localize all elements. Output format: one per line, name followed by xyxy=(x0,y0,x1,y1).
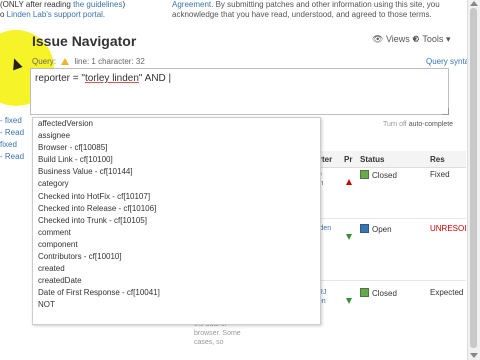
side-link[interactable]: - Read xyxy=(0,152,26,164)
column-header-status[interactable]: Status xyxy=(360,155,384,164)
page-title: Issue Navigator xyxy=(32,33,137,49)
closed-status-icon xyxy=(360,170,369,179)
scroll-down-icon[interactable] xyxy=(470,353,478,358)
suggestion-item[interactable]: Build Link - cf[10100] xyxy=(33,154,320,166)
guidelines-link[interactable]: the guidelines xyxy=(73,0,122,9)
closed-status-icon xyxy=(360,288,369,297)
suggestion-item[interactable]: Checked into Trunk - cf[10105] xyxy=(33,215,320,227)
top-left-notice: (ONLY after reading the guidelines) o Li… xyxy=(0,0,126,19)
chevron-down-icon: ▾ xyxy=(445,34,451,44)
suggestion-item[interactable]: Browser - cf[10085] xyxy=(33,142,320,154)
agreement-link[interactable]: Agreement xyxy=(172,0,211,9)
suggestion-item[interactable]: Date of First Response - cf[10041] xyxy=(33,287,320,299)
suggestion-item[interactable]: affectedVersion xyxy=(33,118,320,130)
resolution-cell: Expected xyxy=(430,288,464,297)
warning-icon xyxy=(61,58,70,65)
scroll-up-icon[interactable] xyxy=(470,1,478,6)
terms-notice: Agreement. By submitting patches and oth… xyxy=(172,0,440,19)
support-portal-link[interactable]: Linden Lab's support portal. xyxy=(7,10,105,19)
column-header-resolution[interactable]: Res xyxy=(430,155,445,164)
suggestion-item[interactable]: Checked into Release - cf[10106] xyxy=(33,203,320,215)
status-cell: Closed xyxy=(360,170,397,180)
row-divider xyxy=(314,218,466,219)
resolution-cell: Fixed xyxy=(430,170,450,179)
suggestion-item[interactable]: created xyxy=(33,263,320,275)
resolution-cell: UNRESOI xyxy=(430,224,467,233)
views-menu[interactable]: 👁 Views ▾ xyxy=(372,34,417,45)
autocomplete-toggle[interactable]: Turn off auto-complete xyxy=(383,121,453,128)
suggestion-item[interactable]: Business Value - cf[10144] xyxy=(33,166,320,178)
suggestion-item[interactable]: category xyxy=(33,178,320,190)
suggestion-item[interactable]: createdDate xyxy=(33,275,320,287)
suggestion-item[interactable]: assignee xyxy=(33,130,320,142)
resize-handle[interactable] xyxy=(442,108,449,115)
suggestion-item[interactable]: comment xyxy=(33,227,320,239)
status-cell: Closed xyxy=(360,288,397,298)
suggestion-item[interactable]: Contributors - cf[10010] xyxy=(33,251,320,263)
tools-menu[interactable]: ⚙ Tools ▾ xyxy=(412,34,450,45)
priority-up-icon xyxy=(346,172,352,190)
scrollbar-thumb[interactable] xyxy=(470,8,477,348)
column-header-priority[interactable]: Pr xyxy=(344,155,352,164)
suggestion-item[interactable]: NOT xyxy=(33,299,320,311)
side-link[interactable]: - fixed xyxy=(0,116,26,128)
open-status-icon xyxy=(360,224,369,233)
priority-down-icon xyxy=(346,291,352,309)
side-link[interactable]: - Read xyxy=(0,128,26,140)
views-icon: 👁 xyxy=(372,34,384,44)
vertical-scrollbar[interactable] xyxy=(467,0,480,360)
gear-icon: ⚙ xyxy=(412,34,421,44)
suggestion-item[interactable]: component xyxy=(33,239,320,251)
suggestion-item[interactable]: Checked into HotFix - cf[10107] xyxy=(33,191,320,203)
autocomplete-dropdown: affectedVersion assignee Browser - cf[10… xyxy=(32,117,321,325)
query-input[interactable]: reporter = "torley linden" AND | xyxy=(30,68,449,115)
side-links: - fixed - Read fixed - Read xyxy=(0,116,26,164)
row-divider xyxy=(314,280,466,281)
status-cell: Open xyxy=(360,224,392,234)
priority-down-icon xyxy=(346,227,352,245)
query-status: Query: line: 1 character: 32 xyxy=(32,57,145,66)
side-link[interactable]: fixed xyxy=(0,140,26,152)
